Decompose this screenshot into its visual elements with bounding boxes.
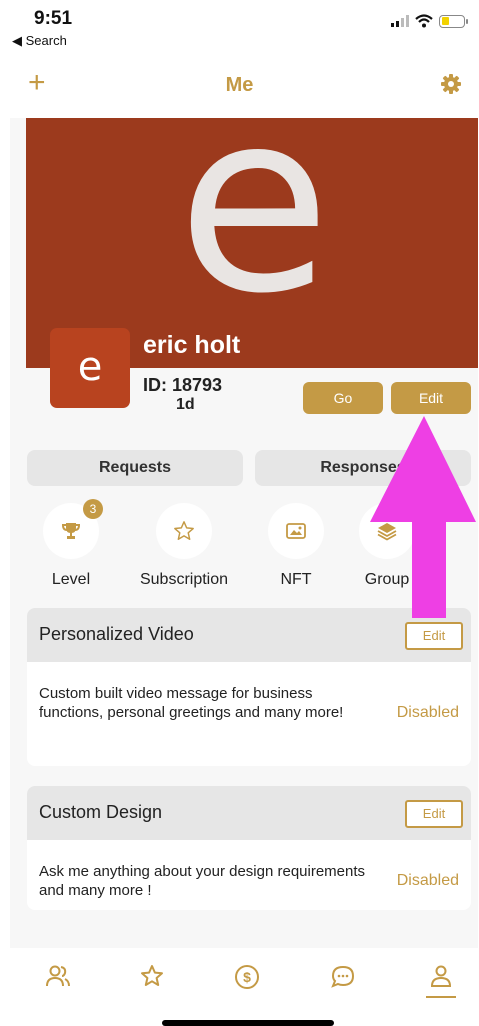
signal-icon xyxy=(391,15,409,27)
edit-service-button[interactable]: Edit xyxy=(405,800,463,828)
service-description: Ask me anything about your design requir… xyxy=(39,863,366,899)
service-status: Disabled xyxy=(396,872,459,889)
profile-icon[interactable] xyxy=(421,964,461,992)
user-age: 1d xyxy=(176,396,195,413)
stat-label: Subscription xyxy=(139,571,229,588)
nav-bar: + Me xyxy=(0,60,479,112)
back-to-search-link[interactable]: ◀ Search xyxy=(12,33,67,49)
stat-level[interactable]: 3 Level xyxy=(11,499,131,589)
chat-icon[interactable] xyxy=(323,964,363,992)
service-description: Custom built video message for business … xyxy=(39,685,344,721)
nft-icon-circle xyxy=(268,503,324,559)
service-status: Disabled xyxy=(396,704,459,721)
cover-letter: e xyxy=(177,118,331,348)
star-icon[interactable] xyxy=(132,964,172,992)
status-bar: 9:51 ◀ Search xyxy=(0,0,479,52)
image-icon xyxy=(286,523,306,539)
edit-profile-button[interactable]: Edit xyxy=(391,382,471,414)
user-id: ID: 18793 xyxy=(143,375,223,395)
annotation-arrow xyxy=(370,416,476,618)
tab-requests[interactable]: Requests xyxy=(27,450,243,486)
bottom-tab-bar: $ xyxy=(0,950,479,1026)
level-icon-circle: 3 xyxy=(43,499,103,559)
status-icons xyxy=(391,14,468,28)
service-title: Custom Design xyxy=(39,802,163,822)
service-card-header: Custom Design Edit xyxy=(27,786,471,840)
dollar-icon[interactable]: $ xyxy=(227,964,267,992)
wifi-icon xyxy=(415,14,433,28)
service-card: Custom Design Edit Ask me anything about… xyxy=(27,786,471,910)
home-indicator xyxy=(162,1020,334,1026)
level-badge: 3 xyxy=(83,499,103,519)
subscription-icon-circle xyxy=(156,503,212,559)
avatar[interactable]: e xyxy=(50,328,130,408)
page-title: Me xyxy=(225,74,254,96)
gear-icon[interactable] xyxy=(441,74,461,94)
stat-label: Level xyxy=(51,571,91,588)
trophy-icon xyxy=(61,523,81,539)
star-outline-icon xyxy=(174,521,194,540)
active-tab-indicator xyxy=(426,996,456,998)
stat-subscription[interactable]: Subscription xyxy=(124,503,244,589)
service-title: Personalized Video xyxy=(39,624,194,644)
battery-icon xyxy=(439,14,468,28)
status-time: 9:51 xyxy=(34,8,73,29)
people-icon[interactable] xyxy=(38,964,78,992)
user-name: eric holt xyxy=(143,331,241,359)
svg-text:$: $ xyxy=(243,969,251,985)
service-card: Personalized Video Edit Custom built vid… xyxy=(27,608,471,766)
edit-service-button[interactable]: Edit xyxy=(405,622,463,650)
go-button[interactable]: Go xyxy=(303,382,383,414)
